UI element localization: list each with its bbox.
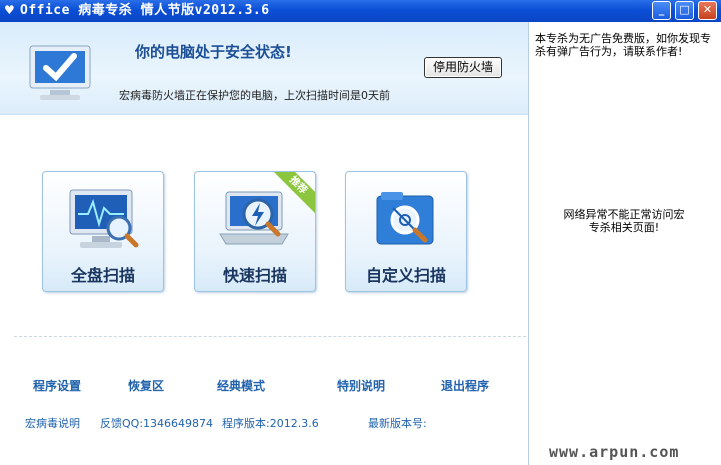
- full-scan-label: 全盘扫描: [70, 266, 135, 285]
- status-title: 你的电脑处于安全状态!: [135, 43, 292, 61]
- program-version: 程序版本:2012.3.6: [222, 417, 319, 430]
- disable-firewall-button[interactable]: 停用防火墙: [424, 57, 502, 78]
- main-panel: 你的电脑处于安全状态! 宏病毒防火墙正在保护您的电脑，上次扫描时间是0天前 停用…: [0, 22, 529, 465]
- title-bar: ♥ Office 病毒专杀 情人节版v2012.3.6 _ □ ✕: [0, 0, 721, 22]
- maximize-button[interactable]: □: [675, 1, 694, 20]
- custom-scan-label: 自定义扫描: [365, 266, 446, 285]
- custom-scan-button[interactable]: 自定义扫描: [345, 171, 467, 292]
- classic-mode-link[interactable]: 经典模式: [217, 377, 265, 394]
- macro-virus-help-link[interactable]: 宏病毒说明: [25, 415, 80, 431]
- network-error-message: 网络异常不能正常访问宏专杀相关页面!: [563, 208, 685, 234]
- minimize-button[interactable]: _: [652, 1, 671, 20]
- app-icon: ♥: [4, 3, 15, 17]
- recovery-link[interactable]: 恢复区: [128, 377, 164, 394]
- watermark-text: www.arpun.com: [549, 443, 680, 461]
- ad-free-notice: 本专杀为无广告免费版，如你发现专杀有弹广告行为，请联系作者!: [535, 32, 711, 58]
- exit-link[interactable]: 退出程序: [441, 377, 489, 394]
- monitor-pulse-icon: [69, 189, 139, 248]
- laptop-lightning-icon: [219, 191, 289, 245]
- status-subtitle: 宏病毒防火墙正在保护您的电脑，上次扫描时间是0天前: [119, 89, 390, 102]
- close-button[interactable]: ✕: [698, 1, 717, 20]
- latest-version: 最新版本号:: [368, 417, 427, 430]
- full-scan-button[interactable]: 全盘扫描: [42, 171, 164, 292]
- quick-scan-label: 快速扫描: [222, 266, 287, 285]
- window-title: Office 病毒专杀 情人节版v2012.3.6: [20, 3, 270, 18]
- settings-link[interactable]: 程序设置: [33, 377, 81, 394]
- folder-target-icon: [376, 192, 434, 245]
- status-banner: 你的电脑处于安全状态! 宏病毒防火墙正在保护您的电脑，上次扫描时间是0天前 停用…: [0, 22, 528, 115]
- special-notes-link[interactable]: 特别说明: [337, 377, 385, 394]
- monitor-check-icon: [29, 45, 91, 100]
- side-panel: 本专杀为无广告免费版，如你发现专杀有弹广告行为，请联系作者! 网络异常不能正常访…: [529, 22, 721, 465]
- divider: [14, 336, 526, 337]
- quick-scan-button[interactable]: 推荐 快速扫描: [194, 171, 316, 292]
- feedback-qq: 反馈QQ:1346649874: [100, 417, 214, 430]
